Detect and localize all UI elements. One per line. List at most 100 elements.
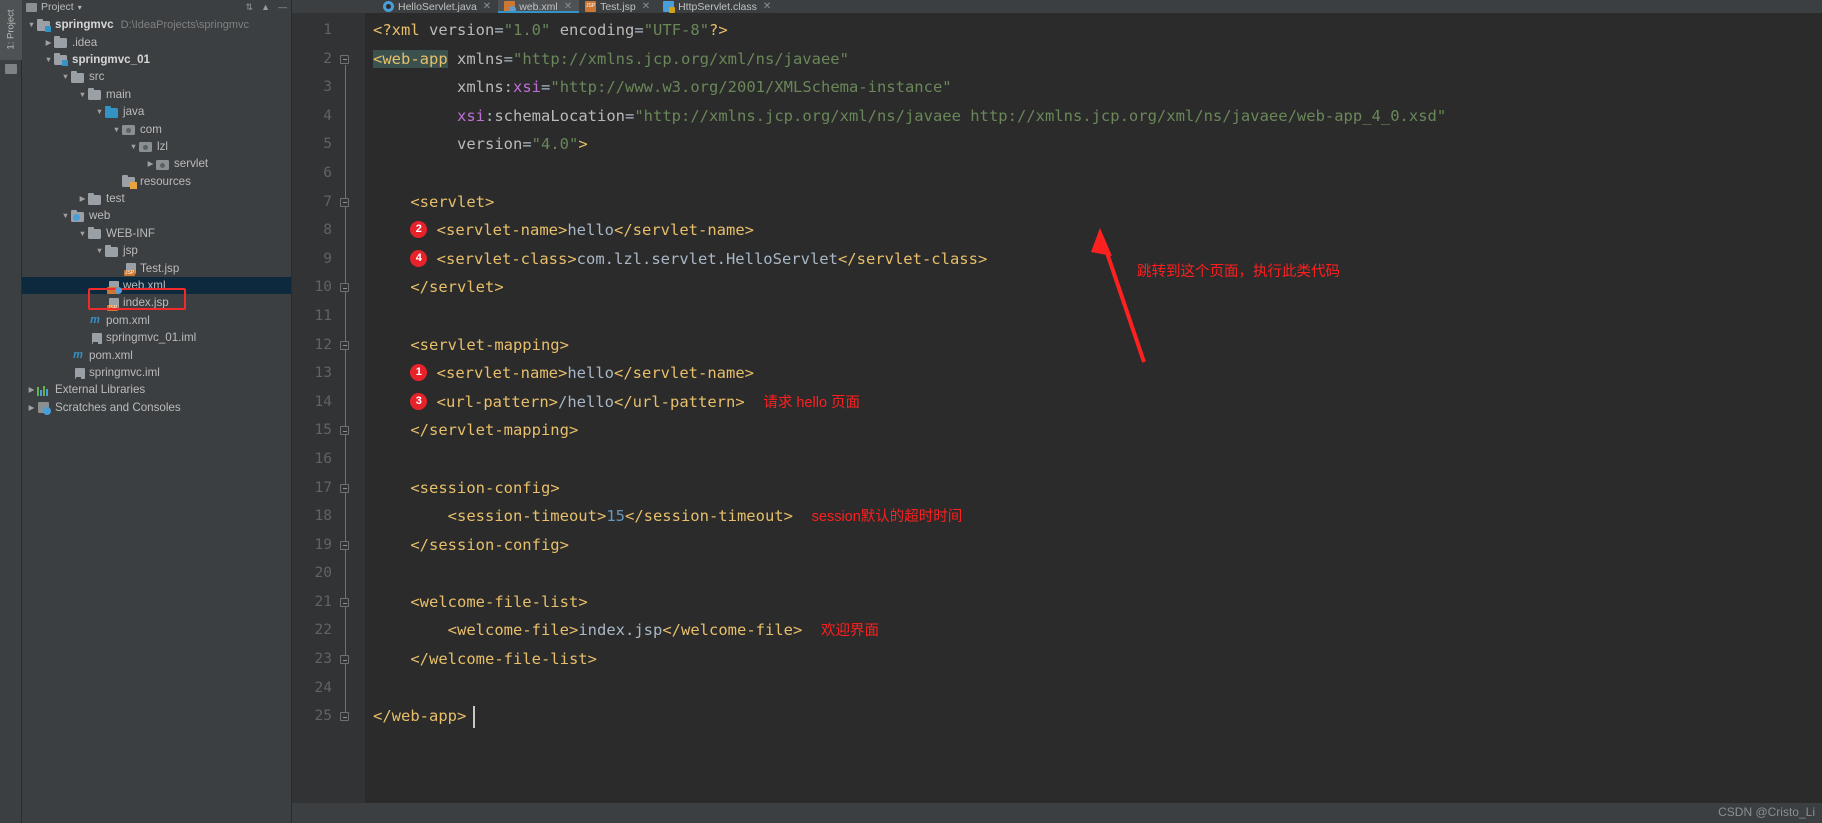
chevron-down-icon[interactable] (111, 125, 122, 134)
tree-item-pom-xml[interactable]: m pom.xml (22, 346, 291, 363)
code-line[interactable]: </servlet> (365, 273, 1822, 302)
hide-panel-icon[interactable]: — (278, 2, 287, 12)
code-line[interactable]: 1 <servlet-name>hello</servlet-name> (365, 359, 1822, 388)
tree-item-com[interactable]: com (22, 120, 291, 137)
code-line[interactable]: <welcome-file>index.jsp</welcome-file> 欢… (365, 616, 1822, 645)
fold-marker[interactable] (340, 598, 349, 607)
chevron-right-icon[interactable] (145, 159, 156, 168)
tree-item-web-inf[interactable]: WEB-INF (22, 225, 291, 242)
chevron-down-icon[interactable] (94, 246, 105, 255)
code-line[interactable]: <servlet> (365, 188, 1822, 217)
code-line[interactable] (365, 559, 1822, 588)
chevron-right-icon[interactable] (26, 403, 37, 412)
tree-item-index-jsp[interactable]: index.jsp (22, 294, 291, 311)
code-line[interactable] (365, 159, 1822, 188)
tree-item-test-jsp[interactable]: Test.jsp (22, 259, 291, 277)
code-line[interactable] (365, 302, 1822, 331)
annotation-badge-3: 3 (410, 392, 428, 410)
editor-tab-test-jsp[interactable]: JSP Test.jsp ✕ (579, 0, 657, 13)
code-line[interactable] (365, 674, 1822, 703)
tree-item-springmvc-01[interactable]: springmvc_01 (22, 51, 291, 68)
code-line[interactable] (365, 445, 1822, 474)
code-line[interactable]: xmlns:xsi="http://www.w3.org/2001/XMLSch… (365, 73, 1822, 102)
fold-marker-end[interactable] (340, 283, 349, 293)
chevron-down-icon[interactable] (77, 90, 88, 99)
tree-item-external-libraries[interactable]: External Libraries (22, 381, 291, 398)
tree-item--idea[interactable]: .idea (22, 33, 291, 50)
editor-tab-web-xml[interactable]: web.xml ✕ (498, 0, 580, 13)
chevron-right-icon[interactable] (77, 194, 88, 203)
tree-item-servlet[interactable]: servlet (22, 155, 291, 172)
fold-marker[interactable] (340, 54, 349, 64)
fold-marker[interactable] (340, 340, 349, 350)
tree-item-main[interactable]: main (22, 86, 291, 103)
structure-icon[interactable] (5, 64, 17, 74)
chevron-down-icon[interactable] (60, 211, 71, 220)
fold-marker-end[interactable] (340, 655, 349, 665)
source-folder-icon (105, 105, 119, 118)
chevron-down-icon[interactable] (77, 229, 88, 238)
close-icon[interactable]: ✕ (763, 1, 771, 12)
chevron-down-icon[interactable] (43, 55, 54, 64)
close-icon[interactable]: ✕ (483, 1, 491, 12)
code-line[interactable]: <servlet-mapping> (365, 331, 1822, 360)
code-line[interactable]: <?xml version="1.0" encoding="UTF-8"?> (365, 16, 1822, 45)
code-line[interactable]: <session-config> (365, 474, 1822, 503)
java-class-icon (383, 1, 394, 12)
fold-marker-end[interactable] (340, 712, 349, 722)
tree-item-springmvc-01-iml[interactable]: springmvc_01.iml (22, 329, 291, 346)
fold-marker-end[interactable] (340, 540, 349, 550)
tree-item-springmvc-iml[interactable]: springmvc.iml (22, 364, 291, 381)
jsp-file-icon (122, 262, 136, 277)
tree-item-src[interactable]: src (22, 68, 291, 85)
chevron-down-icon[interactable] (26, 20, 37, 29)
tree-item-test[interactable]: test (22, 190, 291, 207)
arrow-annotation-label: 跳转到这个页面，执行此类代码 (1137, 264, 1340, 280)
tree-item-lzl[interactable]: lzl (22, 138, 291, 155)
fold-marker-end[interactable] (340, 426, 349, 436)
code-line[interactable]: </servlet-mapping> (365, 416, 1822, 445)
tree-item-path: D:\IdeaProjects\springmvc (120, 18, 250, 31)
folder-icon (88, 88, 102, 101)
code-line[interactable]: <web-app xmlns="http://xmlns.jcp.org/xml… (365, 45, 1822, 74)
project-tool-tab[interactable]: 1: Project (0, 0, 22, 60)
code-line[interactable]: </web-app> (365, 702, 1822, 731)
tree-item-resources[interactable]: resources (22, 173, 291, 190)
chevron-down-icon[interactable] (128, 142, 139, 151)
settings-icon[interactable]: ▲ (261, 2, 270, 12)
chevron-right-icon[interactable] (43, 38, 54, 47)
code-line[interactable]: </welcome-file-list> (365, 645, 1822, 674)
editor-tab-helloservlet-java[interactable]: HelloServlet.java ✕ (377, 0, 498, 13)
line-number: 4 (323, 107, 332, 124)
collapse-all-icon[interactable]: ⇅ (246, 2, 254, 13)
line-number: 6 (323, 164, 332, 181)
close-icon[interactable]: ✕ (642, 1, 650, 12)
code-line[interactable]: <session-timeout>15</session-timeout> se… (365, 502, 1822, 531)
code-line[interactable]: version="4.0"> (365, 130, 1822, 159)
tree-item-pom-xml[interactable]: m pom.xml (22, 312, 291, 329)
chevron-down-icon[interactable]: ▾ (78, 3, 82, 12)
code-line[interactable]: </session-config> (365, 531, 1822, 560)
tree-item-java[interactable]: java (22, 103, 291, 120)
code-line[interactable]: <welcome-file-list> (365, 588, 1822, 617)
editor-tab-httpservlet-class[interactable]: HttpServlet.class ✕ (657, 0, 778, 13)
tree-item-label: jsp (123, 244, 138, 258)
line-number: 10 (314, 279, 332, 296)
fold-marker[interactable] (340, 197, 349, 207)
fold-marker[interactable] (340, 483, 349, 493)
tree-item-jsp[interactable]: jsp (22, 242, 291, 259)
tree-item-scratches-and-consoles[interactable]: Scratches and Consoles (22, 399, 291, 416)
code-line[interactable]: 3 <url-pattern>/hello</url-pattern> 请求 h… (365, 388, 1822, 417)
close-icon[interactable]: ✕ (564, 1, 572, 12)
project-icon (26, 2, 37, 12)
tree-item-web-xml[interactable]: web.xml (22, 276, 291, 295)
tree-item-web[interactable]: web (22, 207, 291, 224)
code-line[interactable]: 4 <servlet-class>com.lzl.servlet.HelloSe… (365, 245, 1822, 274)
code-line[interactable]: 2 <servlet-name>hello</servlet-name> (365, 216, 1822, 245)
tree-item-springmvc[interactable]: springmvc D:\IdeaProjects\springmvc (22, 16, 291, 33)
chevron-down-icon[interactable] (60, 72, 71, 81)
chevron-right-icon[interactable] (26, 385, 37, 394)
code-line[interactable]: xsi:schemaLocation="http://xmlns.jcp.org… (365, 102, 1822, 131)
code-content[interactable]: <?xml version="1.0" encoding="UTF-8"?> <w… (365, 13, 1822, 823)
chevron-down-icon[interactable] (94, 107, 105, 116)
